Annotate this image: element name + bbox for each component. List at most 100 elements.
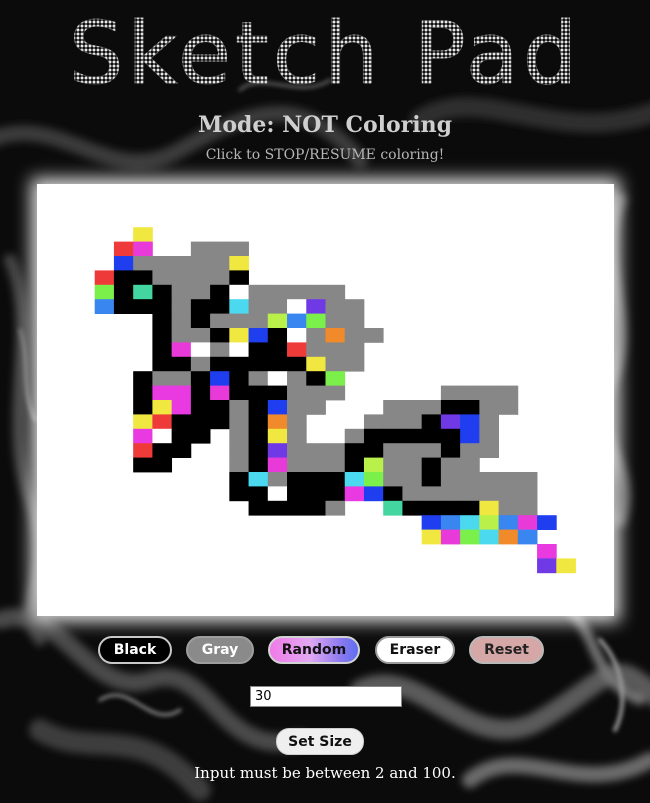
grid-cell[interactable] xyxy=(190,356,211,372)
grid-cell[interactable] xyxy=(210,270,230,286)
grid-cell[interactable] xyxy=(383,400,403,415)
grid-cell[interactable] xyxy=(344,472,365,487)
grid-cell[interactable] xyxy=(287,356,307,372)
grid-cell[interactable] xyxy=(537,558,557,574)
grid-cell[interactable] xyxy=(267,328,288,343)
grid-cell[interactable] xyxy=(537,515,557,530)
grid-cell[interactable] xyxy=(210,284,230,300)
grid-cell[interactable] xyxy=(248,385,269,401)
grid-cell[interactable] xyxy=(267,486,288,502)
grid-cell[interactable] xyxy=(498,500,519,516)
grid-cell[interactable] xyxy=(325,457,346,473)
grid-cell[interactable] xyxy=(306,443,326,458)
grid-cell[interactable] xyxy=(306,457,326,473)
grid-cell[interactable] xyxy=(440,414,461,430)
grid-cell[interactable] xyxy=(402,486,423,502)
grid-cell[interactable] xyxy=(325,486,346,502)
grid-cell[interactable] xyxy=(479,472,499,487)
grid-cell[interactable] xyxy=(325,313,346,329)
grid-cell[interactable] xyxy=(460,414,480,430)
grid-cell[interactable] xyxy=(133,270,153,286)
grid-cell[interactable] xyxy=(152,256,173,271)
grid-cell[interactable] xyxy=(460,385,480,401)
grid-cell[interactable] xyxy=(402,457,423,473)
grid-cell[interactable] xyxy=(171,385,192,401)
grid-cell[interactable] xyxy=(306,486,326,502)
grid-cell[interactable] xyxy=(479,443,499,458)
grid-cell[interactable] xyxy=(383,457,403,473)
grid-cell[interactable] xyxy=(479,529,499,545)
grid-cell[interactable] xyxy=(152,328,173,343)
grid-cell[interactable] xyxy=(363,428,384,444)
grid-cell[interactable] xyxy=(460,486,480,502)
grid-cell[interactable] xyxy=(344,328,365,343)
grid-cell[interactable] xyxy=(190,270,211,286)
random-button[interactable]: Random xyxy=(268,636,360,664)
grid-cell[interactable] xyxy=(479,428,499,444)
grid-cell[interactable] xyxy=(267,414,288,430)
grid-cell[interactable] xyxy=(190,241,211,257)
grid-cell[interactable] xyxy=(498,515,519,530)
grid-cell[interactable] xyxy=(383,500,403,516)
grid-cell[interactable] xyxy=(306,328,326,343)
grid-cell[interactable] xyxy=(113,270,134,286)
grid-cell[interactable] xyxy=(190,428,211,444)
grid-cell[interactable] xyxy=(267,313,288,329)
gray-button[interactable]: Gray xyxy=(186,636,254,664)
grid-cell[interactable] xyxy=(133,400,153,415)
grid-cell[interactable] xyxy=(210,371,230,386)
grid-cell[interactable] xyxy=(248,414,269,430)
grid-cell[interactable] xyxy=(171,328,192,343)
grid-cell[interactable] xyxy=(460,500,480,516)
grid-cell[interactable] xyxy=(421,500,442,516)
grid-cell[interactable] xyxy=(248,428,269,444)
grid-cell[interactable] xyxy=(306,342,326,358)
grid-cell[interactable] xyxy=(152,270,173,286)
grid-cell[interactable] xyxy=(267,356,288,372)
grid-cell[interactable] xyxy=(171,400,192,415)
grid-cell[interactable] xyxy=(190,328,211,343)
grid-cell[interactable] xyxy=(267,371,288,386)
grid-cell[interactable] xyxy=(344,342,365,358)
grid-cell[interactable] xyxy=(133,385,153,401)
grid-cell[interactable] xyxy=(402,500,423,516)
grid-cell[interactable] xyxy=(440,486,461,502)
grid-cell[interactable] xyxy=(306,371,326,386)
grid-cell[interactable] xyxy=(152,356,173,372)
grid-cell[interactable] xyxy=(171,443,192,458)
grid-cell[interactable] xyxy=(248,472,269,487)
grid-cell[interactable] xyxy=(133,241,153,257)
grid-cell[interactable] xyxy=(229,241,249,257)
grid-cell[interactable] xyxy=(537,544,557,559)
grid-cell[interactable] xyxy=(344,313,365,329)
grid-cell[interactable] xyxy=(229,270,249,286)
grid-cell[interactable] xyxy=(248,313,269,329)
grid-cell[interactable] xyxy=(344,457,365,473)
grid-cell[interactable] xyxy=(421,457,442,473)
grid-cell[interactable] xyxy=(363,328,384,343)
grid-cell[interactable] xyxy=(402,414,423,430)
grid-cell[interactable] xyxy=(306,284,326,300)
grid-cell[interactable] xyxy=(152,342,173,358)
grid-cell[interactable] xyxy=(248,486,269,502)
grid-cell[interactable] xyxy=(210,299,230,314)
grid-cell[interactable] xyxy=(210,385,230,401)
grid-cell[interactable] xyxy=(287,457,307,473)
grid-cell[interactable] xyxy=(210,414,230,430)
grid-cell[interactable] xyxy=(421,400,442,415)
grid-cell[interactable] xyxy=(267,342,288,358)
grid-cell[interactable] xyxy=(383,443,403,458)
grid-cell[interactable] xyxy=(440,385,461,401)
grid-cell[interactable] xyxy=(363,486,384,502)
grid-cell[interactable] xyxy=(287,414,307,430)
grid-cell[interactable] xyxy=(325,443,346,458)
grid-cell[interactable] xyxy=(460,400,480,415)
grid-cell[interactable] xyxy=(171,428,192,444)
grid-cell[interactable] xyxy=(94,299,115,314)
grid-cell[interactable] xyxy=(248,443,269,458)
grid-cell[interactable] xyxy=(306,472,326,487)
grid-cell[interactable] xyxy=(152,400,173,415)
grid-cell[interactable] xyxy=(287,486,307,502)
grid-cell[interactable] xyxy=(190,414,211,430)
grid-cell[interactable] xyxy=(133,443,153,458)
